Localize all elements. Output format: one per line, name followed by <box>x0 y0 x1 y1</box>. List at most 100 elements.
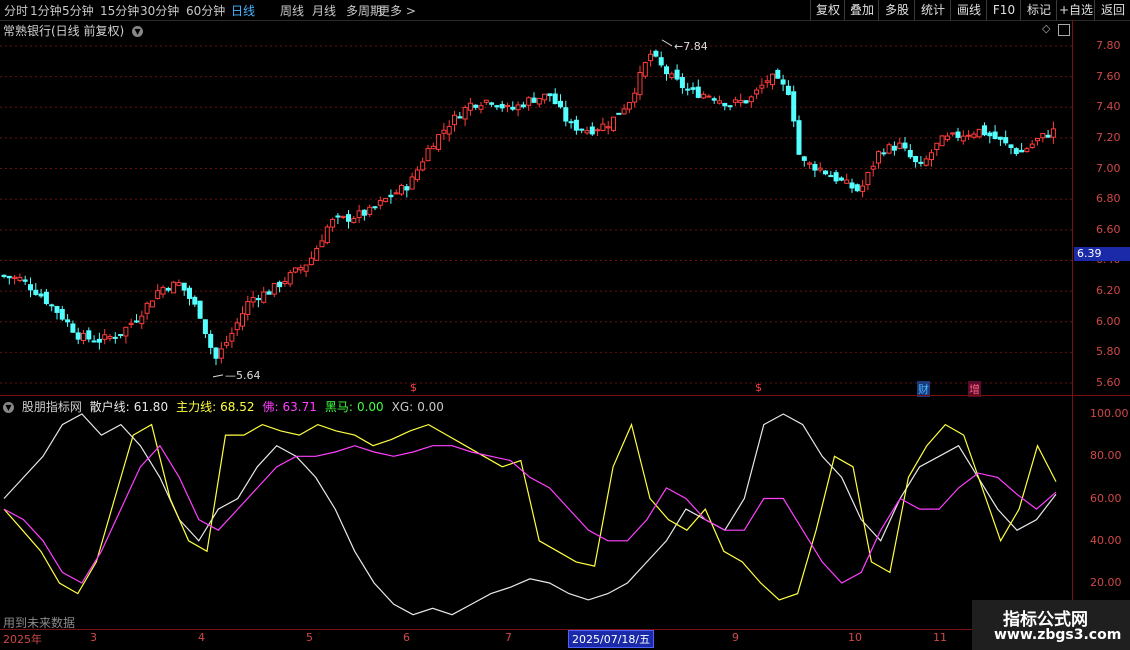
candle <box>531 92 537 103</box>
candle <box>314 245 320 261</box>
candle <box>552 88 558 105</box>
candle <box>902 136 908 152</box>
candle <box>1035 137 1040 146</box>
period-tab-7[interactable]: 周线 <box>280 2 304 19</box>
candle <box>17 273 23 283</box>
candle <box>107 334 113 342</box>
candle <box>70 320 76 333</box>
toolbar-action-2[interactable]: 多股 <box>878 0 915 20</box>
candle <box>245 295 251 321</box>
panel-toggle-icon[interactable] <box>1058 24 1070 36</box>
period-tab-2[interactable]: 5分钟 <box>62 2 94 19</box>
event-marker-0[interactable]: $ <box>410 381 417 394</box>
candle <box>346 210 351 229</box>
candle <box>1008 144 1014 155</box>
candle <box>293 267 298 274</box>
period-tab-9[interactable]: 多周期 <box>346 2 382 19</box>
candle <box>982 122 987 137</box>
candle <box>356 204 362 223</box>
period-tab-5[interactable]: 60分钟 <box>186 2 225 19</box>
candle <box>833 169 839 185</box>
candle <box>91 335 97 343</box>
indicator-axis-label: 20.00 <box>1090 576 1122 589</box>
candle <box>446 120 452 142</box>
candle <box>229 327 235 349</box>
candle <box>86 327 92 343</box>
candle <box>817 162 823 173</box>
indicator-axis-label: 100.00 <box>1090 407 1129 420</box>
period-tab-8[interactable]: 月线 <box>312 2 336 19</box>
candle <box>467 98 473 116</box>
candle <box>573 115 579 135</box>
indicator-axis-label: 40.00 <box>1090 533 1122 547</box>
candle <box>611 116 616 132</box>
candle <box>780 74 786 92</box>
candle <box>717 95 722 105</box>
period-toolbar: 分时 1分钟 5分钟 15分钟 30分钟 60分钟 日线 周线 月线 多周期 更多 > 复权 叠加 多股统… <box>0 0 1130 21</box>
axis-divider <box>1072 20 1073 630</box>
candle <box>823 170 828 176</box>
candle <box>515 101 521 117</box>
candle <box>420 157 426 172</box>
period-tab-6[interactable]: 日线 <box>231 2 255 19</box>
indicator-line-主力线 <box>3 422 1057 601</box>
x-axis-label-0: 2025年 <box>3 633 42 646</box>
candle <box>722 102 728 111</box>
toolbar-action-1[interactable]: 叠加 <box>844 0 879 20</box>
candle <box>197 300 203 319</box>
candle <box>648 49 654 67</box>
candle <box>457 111 463 119</box>
toolbar-action-6[interactable]: 标记 <box>1020 0 1057 20</box>
candle <box>870 161 876 177</box>
toolbar-action-8[interactable]: 返回 <box>1094 0 1130 20</box>
chevron-down-icon[interactable]: ▼ <box>132 26 144 37</box>
stock-title[interactable]: 常熟银行(日线 前复权) ▼ <box>3 22 144 39</box>
toolbar-action-4[interactable]: 画线 <box>950 0 987 20</box>
candle <box>642 61 648 79</box>
candle <box>632 87 638 108</box>
period-tab-4[interactable]: 30分钟 <box>140 2 179 19</box>
toolbar-action-5[interactable]: F10 <box>986 0 1021 20</box>
candle <box>674 64 680 81</box>
candle <box>658 51 664 68</box>
candle <box>711 96 717 104</box>
x-axis-label-7: 9 <box>732 631 739 644</box>
candlestick-chart[interactable]: ←7.84 —5.64 <box>0 38 1072 394</box>
candle <box>404 183 410 198</box>
period-tab-3[interactable]: 15分钟 <box>100 2 139 19</box>
indicator-chart[interactable] <box>0 412 1072 627</box>
period-tab-1[interactable]: 1分钟 <box>30 2 62 19</box>
candle <box>54 305 60 320</box>
x-axis-label-2: 4 <box>198 631 205 644</box>
candle <box>377 196 383 210</box>
candle <box>462 105 468 127</box>
candle <box>335 213 341 225</box>
candle <box>436 133 442 152</box>
diamond-icon[interactable]: ◇ <box>1042 22 1050 35</box>
candle <box>918 156 924 167</box>
candle <box>542 93 548 104</box>
candle <box>430 142 436 150</box>
toolbar-action-7[interactable]: +自选 <box>1056 0 1095 20</box>
toolbar-action-0[interactable]: 复权 <box>810 0 845 20</box>
period-tab-0[interactable]: 分时 <box>4 2 28 19</box>
candle <box>425 144 431 162</box>
candle <box>139 310 145 329</box>
toolbar-action-3[interactable]: 统计 <box>914 0 951 20</box>
candle <box>939 135 945 147</box>
candle <box>234 317 240 337</box>
candle <box>213 347 219 366</box>
candle <box>361 209 367 221</box>
candle <box>324 224 330 245</box>
candle <box>923 155 929 167</box>
candle <box>271 283 277 298</box>
high-price-label: ←7.84 <box>674 40 708 53</box>
candle <box>844 173 850 184</box>
candle <box>907 144 913 160</box>
price-axis-label: 7.60 <box>1096 69 1121 83</box>
price-axis-label: 7.20 <box>1096 130 1121 144</box>
candle <box>791 85 797 128</box>
period-tab-10[interactable]: 更多 > <box>378 2 416 19</box>
candle <box>118 334 124 339</box>
event-marker-1[interactable]: $ <box>755 381 762 394</box>
